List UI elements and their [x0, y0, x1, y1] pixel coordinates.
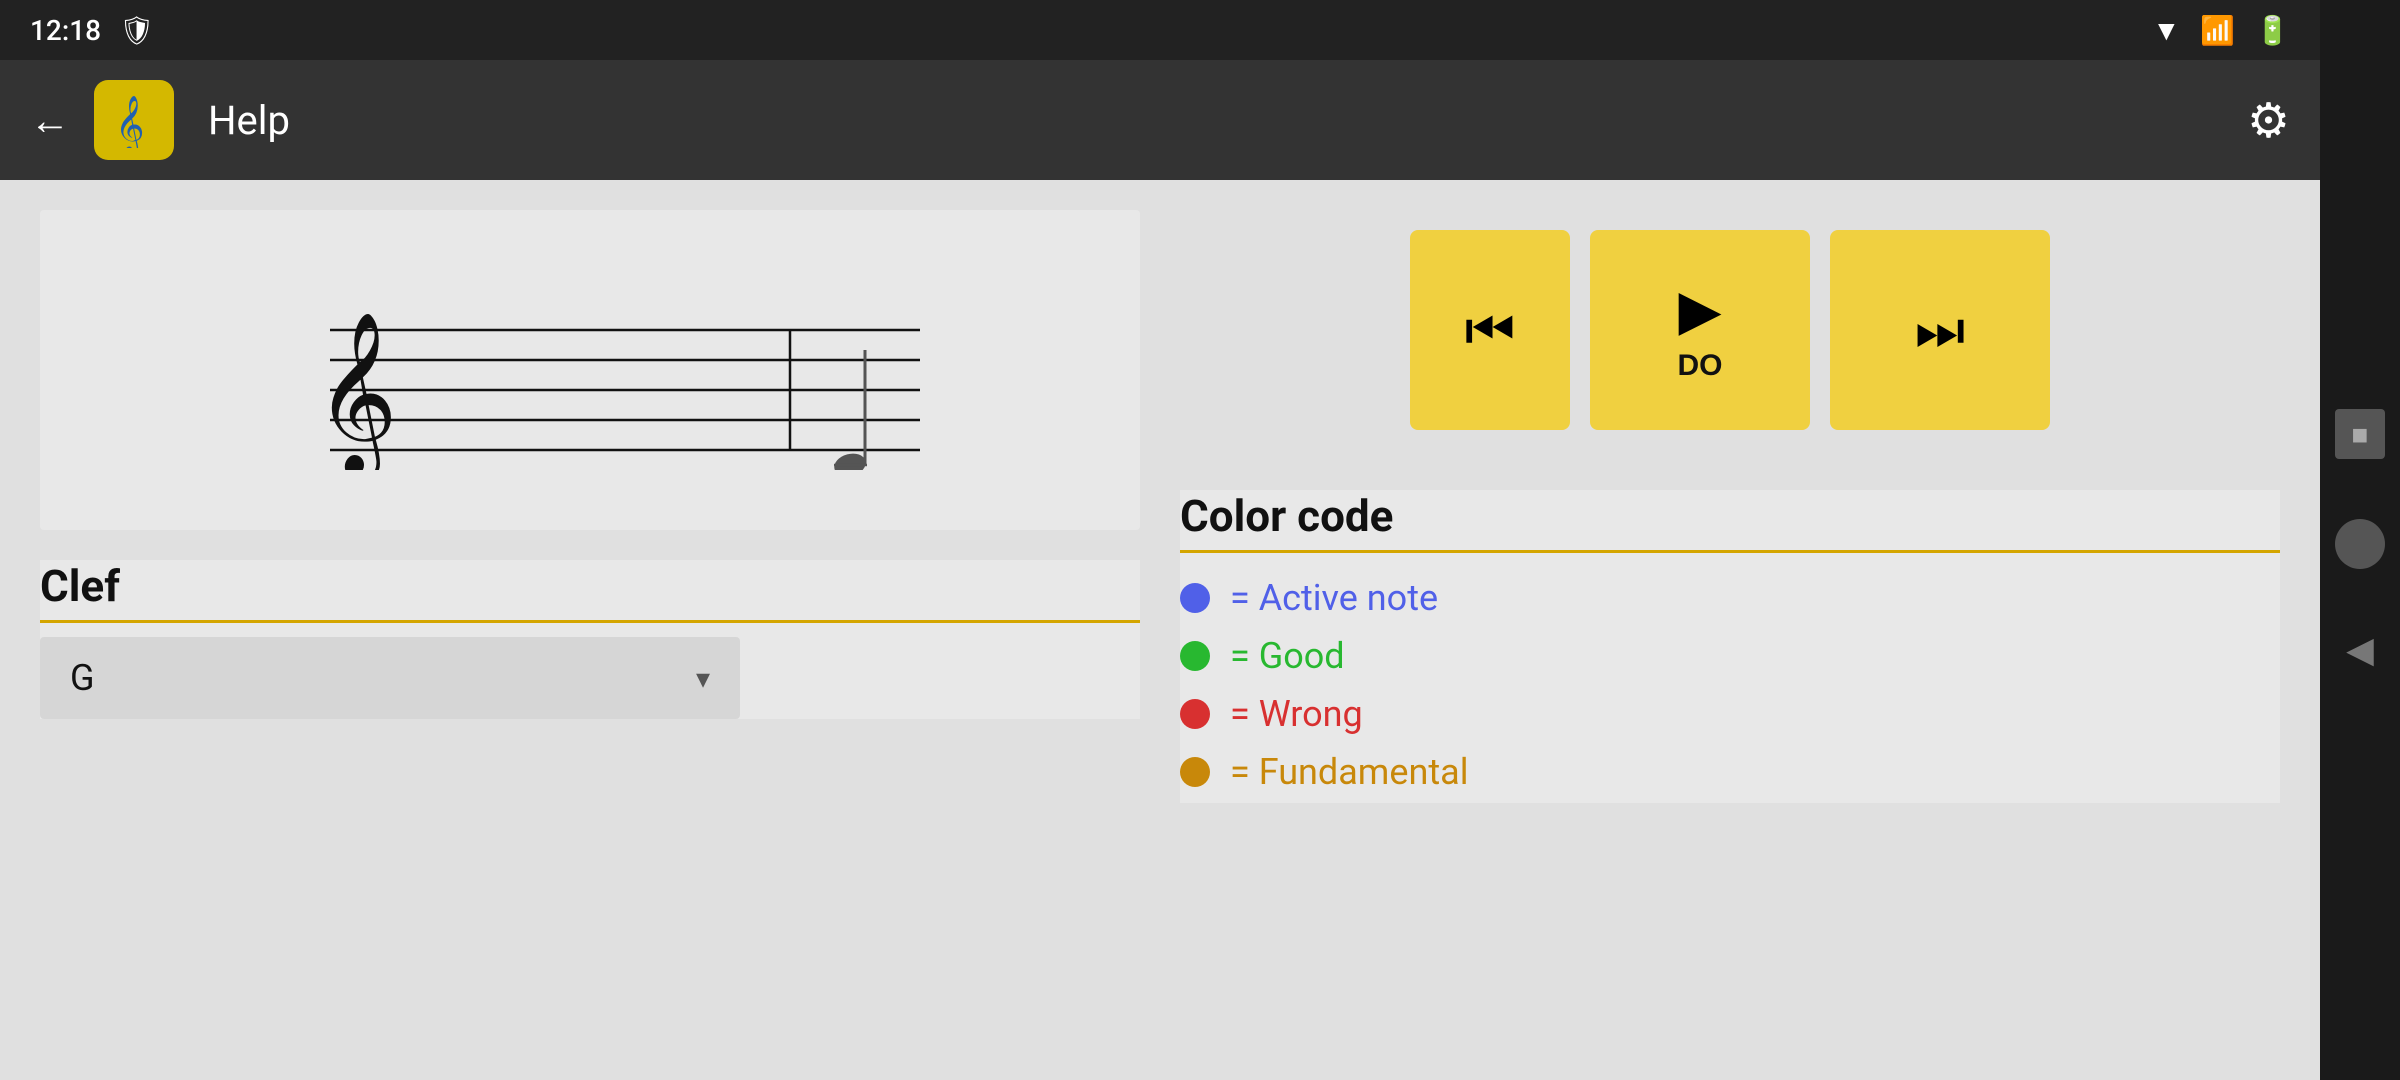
page-title: Help — [208, 97, 290, 144]
next-button[interactable]: ⏭ — [1830, 230, 2050, 430]
color-code-divider — [1180, 550, 2280, 553]
blue-dot — [1180, 583, 1210, 613]
green-dot — [1180, 641, 1210, 671]
wifi-icon: ▼ — [2153, 14, 2181, 47]
side-navigation: ■ ◀ — [2320, 0, 2400, 1080]
list-item: = Fundamental — [1180, 751, 2280, 793]
app-icon: 𝄞 — [94, 80, 174, 160]
signal-icon: 📶 — [2200, 14, 2235, 47]
list-item: = Good — [1180, 635, 2280, 677]
playback-controls: ⏮ ▶ DO ⏭ — [1180, 210, 2280, 450]
fundamental-label: = Fundamental — [1230, 751, 1468, 793]
clef-value: G — [70, 657, 95, 699]
good-label: = Good — [1230, 635, 1345, 677]
chevron-down-icon: ▾ — [696, 662, 710, 695]
color-code-title: Color code — [1180, 490, 2280, 542]
main-content: 𝄞 Clef G ▾ — [0, 180, 2320, 1080]
battery-icon: 🔋 — [2255, 14, 2290, 47]
active-note-label: = Active note — [1230, 577, 1438, 619]
back-button[interactable]: ← — [30, 97, 70, 144]
shield-icon: 🛡 — [119, 14, 155, 47]
wrong-label: = Wrong — [1230, 693, 1363, 735]
clef-divider — [40, 620, 1140, 623]
nav-circle-button[interactable] — [2335, 519, 2385, 569]
color-code-list: = Active note = Good = Wrong = Fundament… — [1180, 567, 2280, 803]
prev-button[interactable]: ⏮ — [1410, 230, 1570, 430]
clef-dropdown[interactable]: G ▾ — [40, 637, 740, 719]
square-icon: ■ — [2352, 418, 2369, 451]
nav-square-button[interactable]: ■ — [2335, 409, 2385, 459]
list-item: = Wrong — [1180, 693, 2280, 735]
play-icon: ▶ — [1678, 277, 1721, 343]
orange-dot — [1180, 757, 1210, 787]
list-item: = Active note — [1180, 577, 2280, 619]
prev-icon: ⏮ — [1465, 297, 1515, 364]
settings-button[interactable]: ⚙ — [2247, 92, 2290, 149]
red-dot — [1180, 699, 1210, 729]
right-panel: ⏮ ▶ DO ⏭ Color code = Active note — [1180, 210, 2280, 1050]
clef-title: Clef — [40, 560, 1140, 612]
status-bar: 12:18 🛡 ▼ 📶 🔋 — [0, 0, 2320, 60]
svg-text:𝄞: 𝄞 — [315, 314, 398, 470]
time-display: 12:18 — [30, 14, 101, 47]
note-label: DO — [1678, 349, 1723, 383]
svg-text:𝄞: 𝄞 — [115, 96, 145, 148]
play-button[interactable]: ▶ DO — [1590, 230, 1810, 430]
next-icon: ⏭ — [1915, 297, 1965, 364]
color-code-section: Color code = Active note = Good = Wrong — [1180, 490, 2280, 803]
top-bar: ← 𝄞 Help ⚙ — [0, 60, 2320, 180]
staff-notation: 𝄞 — [40, 210, 1140, 530]
left-panel: 𝄞 Clef G ▾ — [40, 210, 1140, 1050]
clef-section: Clef G ▾ — [40, 560, 1140, 719]
nav-back-triangle[interactable]: ◀ — [2346, 629, 2374, 671]
